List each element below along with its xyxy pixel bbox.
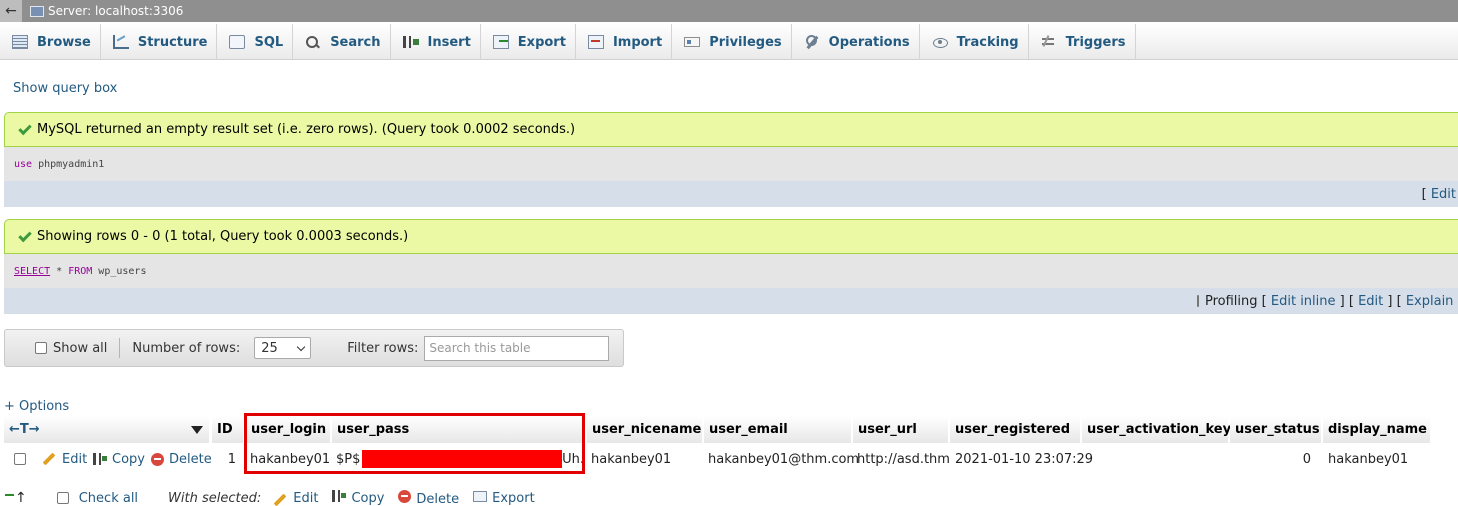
edit-inline-link[interactable]: Edit inline xyxy=(1271,294,1336,309)
show-query-box-link[interactable]: Show query box xyxy=(13,81,117,96)
server-icon xyxy=(30,5,44,17)
arrow-up-icon: ↑ xyxy=(15,490,27,506)
row-copy-button[interactable]: Copy xyxy=(93,448,145,470)
sql-query-text: SELECT * FROM wp_users xyxy=(4,254,1458,288)
check-all-link[interactable]: Check all xyxy=(79,491,138,506)
row-checkbox[interactable] xyxy=(14,448,26,470)
copy-icon xyxy=(332,490,347,502)
column-header-user-nicename[interactable]: user_nicename xyxy=(587,416,703,443)
result-panel-empty: MySQL returned an empty result set (i.e.… xyxy=(4,112,1458,207)
insert-icon xyxy=(402,36,419,48)
tab-export[interactable]: Export xyxy=(481,24,576,60)
structure-icon xyxy=(112,35,129,49)
cell-user-activation-key[interactable] xyxy=(1086,448,1226,470)
column-header-user-url[interactable]: user_url xyxy=(853,416,949,443)
tab-search[interactable]: Search xyxy=(293,24,391,60)
back-arrow-icon[interactable]: ← xyxy=(0,0,22,22)
tab-triggers[interactable]: Triggers xyxy=(1029,24,1136,60)
edit-link[interactable]: Edit xyxy=(1358,294,1383,309)
tracking-icon xyxy=(932,35,948,49)
privileges-icon xyxy=(684,37,701,47)
cell-user-registered[interactable]: 2021-01-10 23:07:29 xyxy=(955,448,1093,470)
row-delete-button[interactable]: Delete xyxy=(151,448,212,470)
tab-insert[interactable]: Insert xyxy=(391,24,481,60)
delete-icon xyxy=(151,452,164,466)
tab-operations[interactable]: Operations xyxy=(792,24,920,60)
tab-privileges[interactable]: Privileges xyxy=(672,24,792,60)
table-navigation: Show all Number of rows: 25 Filter rows:… xyxy=(4,329,624,367)
with-selected-label: With selected: xyxy=(168,490,262,506)
bulk-export-button[interactable]: Export xyxy=(473,490,535,506)
check-all-checkbox[interactable] xyxy=(56,492,69,504)
sort-dropdown-icon[interactable] xyxy=(191,425,203,434)
rows-per-page-select[interactable]: 25 xyxy=(254,337,312,359)
filter-rows-label: Filter rows: xyxy=(347,340,419,356)
profiling-checkbox[interactable] xyxy=(1197,295,1199,307)
explain-sql-link[interactable]: Explain SQL xyxy=(1406,294,1458,309)
tab-tracking[interactable]: Tracking xyxy=(920,24,1029,60)
checkmark-icon xyxy=(18,228,32,242)
column-resize-arrows[interactable]: ←T→ xyxy=(9,422,40,437)
column-header-user-status[interactable]: user_status xyxy=(1230,416,1322,443)
column-header-user-activation-key[interactable]: user_activation_key xyxy=(1082,416,1231,443)
bulk-copy-button[interactable]: Copy xyxy=(332,490,384,506)
triggers-icon xyxy=(1041,35,1057,49)
cell-display-name[interactable]: hakanbey01 xyxy=(1328,448,1408,470)
delete-icon xyxy=(398,490,412,503)
checkmark-icon xyxy=(18,121,32,135)
divider xyxy=(119,338,121,358)
profiling-label: Profiling xyxy=(1205,293,1258,309)
query-actions: [ Edit xyxy=(4,181,1458,207)
bulk-delete-button[interactable]: Delete xyxy=(398,490,459,506)
bulk-edit-button[interactable]: Edit xyxy=(273,491,318,506)
tab-import[interactable]: Import xyxy=(576,24,673,60)
tab-bar: Browse Structure SQL Search Insert Expor… xyxy=(0,24,1458,60)
cell-user-email[interactable]: hakanbey01@thm.com xyxy=(708,448,859,470)
tab-sql[interactable]: SQL xyxy=(217,24,294,60)
success-message: MySQL returned an empty result set (i.e.… xyxy=(4,112,1458,147)
cell-id[interactable]: 1 xyxy=(212,448,236,470)
options-link[interactable]: + Options xyxy=(4,399,69,414)
cell-user-url[interactable]: http://asd.thm xyxy=(857,448,949,470)
column-header-display-name[interactable]: display_name xyxy=(1323,416,1431,443)
search-icon xyxy=(305,35,321,49)
column-header-id[interactable]: ID xyxy=(212,416,244,443)
pencil-icon xyxy=(273,493,287,506)
filter-rows-input[interactable]: Search this table xyxy=(424,335,610,361)
browse-icon xyxy=(12,35,28,49)
bulk-actions-bar: ↑ Check all With selected: Edit Copy Del… xyxy=(0,490,1458,506)
chevron-down-icon xyxy=(296,342,306,351)
column-header-user-email[interactable]: user_email xyxy=(704,416,852,443)
import-icon xyxy=(587,35,604,49)
pencil-icon xyxy=(42,452,56,466)
export-icon xyxy=(492,35,509,49)
result-panel-rows: Showing rows 0 - 0 (1 total, Query took … xyxy=(4,219,1458,314)
server-title[interactable]: Server: localhost:3306 xyxy=(48,4,183,18)
number-of-rows-label: Number of rows: xyxy=(132,340,241,356)
annotation-highlight-box xyxy=(244,413,585,474)
sql-icon xyxy=(229,35,246,49)
tab-browse[interactable]: Browse xyxy=(0,24,101,60)
show-all-label: Show all xyxy=(53,340,108,356)
tab-structure[interactable]: Structure xyxy=(101,24,218,60)
row-edit-button[interactable]: Edit xyxy=(42,448,87,470)
title-bar: ← Server: localhost:3306 xyxy=(0,0,1458,22)
operations-icon xyxy=(804,35,820,49)
show-all-checkbox[interactable] xyxy=(35,342,47,354)
query-actions: Profiling [ Edit inline ] [ Edit ] [ Exp… xyxy=(4,288,1458,314)
cell-user-nicename[interactable]: hakanbey01 xyxy=(591,448,671,470)
edit-query-link[interactable]: [ Edit xyxy=(1422,187,1456,202)
export-icon xyxy=(473,490,488,502)
column-controls-header: ←T→ xyxy=(4,416,210,443)
cell-user-status[interactable]: 0 xyxy=(1230,448,1311,470)
success-message: Showing rows 0 - 0 (1 total, Query took … xyxy=(4,219,1458,254)
copy-icon xyxy=(93,453,107,465)
sql-query-text: use phpmyadmin1 xyxy=(4,147,1458,181)
column-header-user-registered[interactable]: user_registered xyxy=(950,416,1081,443)
